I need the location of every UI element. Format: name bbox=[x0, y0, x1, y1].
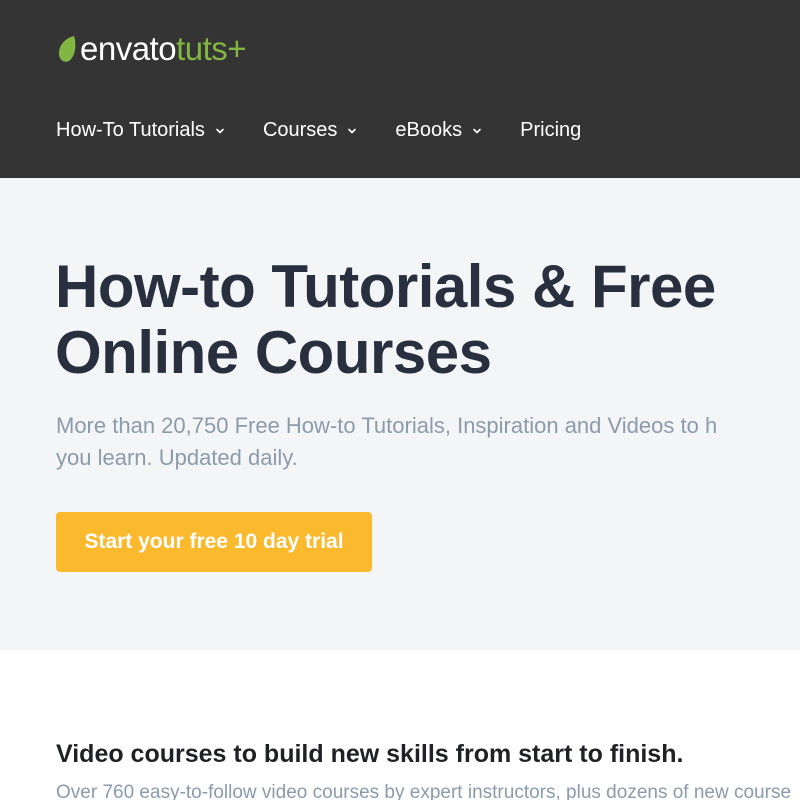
chevron-down-icon bbox=[348, 128, 357, 134]
courses-section: Video courses to build new skills from s… bbox=[0, 650, 800, 800]
nav-item-ebooks[interactable]: eBooks bbox=[395, 119, 482, 142]
hero-title: How-to Tutorials & Free Online Courses bbox=[55, 253, 716, 386]
nav-item-pricing[interactable]: Pricing bbox=[520, 119, 581, 142]
nav-item-label: eBooks bbox=[395, 118, 463, 141]
start-free-trial-button[interactable]: Start your free 10 day trial bbox=[56, 512, 372, 572]
logo-envato-text: envato bbox=[80, 30, 177, 67]
courses-section-subtitle: Over 760 easy-to-follow video courses by… bbox=[56, 782, 792, 800]
envato-tuts-logo[interactable]: envato tuts+ bbox=[56, 28, 247, 70]
nav-item-how-to-tutorials[interactable]: How-To Tutorials bbox=[56, 119, 225, 142]
chevron-down-icon bbox=[473, 128, 481, 134]
nav-item-courses[interactable]: Courses bbox=[263, 119, 357, 142]
site-header: envato tuts+ How-To Tutorials Courses eB… bbox=[0, 0, 800, 178]
envato-leaf-icon bbox=[58, 36, 76, 62]
main-nav: How-To Tutorials Courses eBooks Pricing bbox=[56, 114, 619, 146]
hero-section: How-to Tutorials & Free Online Courses M… bbox=[0, 178, 800, 650]
hero-subtitle-line-2: you learn. Updated daily. bbox=[56, 445, 298, 470]
chevron-down-icon bbox=[216, 128, 224, 134]
courses-section-title: Video courses to build new skills from s… bbox=[56, 740, 684, 768]
nav-item-label: Courses bbox=[262, 118, 338, 141]
hero-subtitle-line-1: More than 20,750 Free How-to Tutorials, … bbox=[56, 413, 718, 438]
logo-tuts-text: tuts+ bbox=[176, 30, 247, 67]
nav-item-label: How-To Tutorials bbox=[56, 118, 205, 141]
nav-item-label: Pricing bbox=[520, 118, 582, 141]
hero-subtitle: More than 20,750 Free How-to Tutorials, … bbox=[56, 410, 800, 474]
